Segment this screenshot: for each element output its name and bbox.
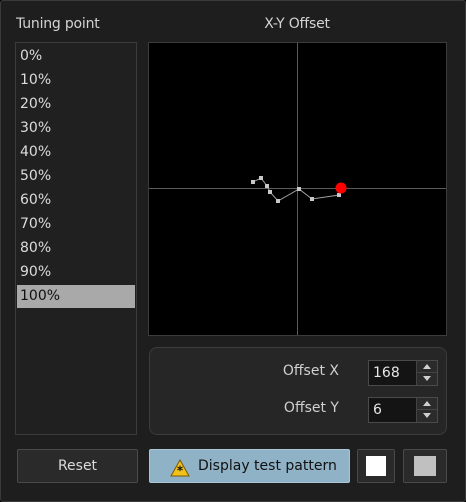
display-test-pattern-label: Display test pattern: [198, 458, 337, 474]
offset-x-input[interactable]: 168: [369, 361, 417, 385]
reset-button[interactable]: Reset: [17, 449, 138, 483]
xy-plot-canvas[interactable]: [149, 43, 446, 335]
offset-y-increment-icon[interactable]: [417, 398, 437, 410]
offset-panel: Offset X 168 Offset Y 6: [149, 347, 447, 435]
offset-x-stepper[interactable]: 168: [368, 360, 438, 386]
tuning-point-list[interactable]: 0% 10% 20% 30% 40% 50% 60% 70% 80% 90% 1…: [15, 42, 137, 435]
current-point-marker[interactable]: [335, 182, 347, 194]
offset-y-spin-buttons[interactable]: [416, 398, 437, 422]
curve-point[interactable]: [268, 190, 272, 194]
curve-point[interactable]: [251, 180, 255, 184]
gray-swatch: [414, 456, 436, 476]
curve-point[interactable]: [297, 187, 301, 191]
tuning-curve-points[interactable]: [251, 176, 341, 203]
warning-asterisk-icon: *: [170, 457, 190, 489]
tuning-point-item-80[interactable]: 80%: [17, 237, 135, 260]
offset-x-increment-icon[interactable]: [417, 361, 437, 373]
offset-x-decrement-icon[interactable]: [417, 373, 437, 385]
offset-y-decrement-icon[interactable]: [417, 410, 437, 422]
curve-point[interactable]: [276, 199, 280, 203]
white-pattern-button[interactable]: [357, 449, 395, 483]
curve-point[interactable]: [259, 176, 263, 180]
offset-x-spin-buttons[interactable]: [416, 361, 437, 385]
tuning-point-item-60[interactable]: 60%: [17, 189, 135, 212]
tuning-point-item-100[interactable]: 100%: [17, 285, 135, 308]
tuning-point-item-50[interactable]: 50%: [17, 165, 135, 188]
xy-offset-header: X-Y Offset: [264, 16, 330, 32]
curve-point[interactable]: [310, 197, 314, 201]
tuning-point-item-30[interactable]: 30%: [17, 117, 135, 140]
curve-point[interactable]: [265, 184, 269, 188]
display-test-pattern-button[interactable]: * Display test pattern: [149, 449, 350, 483]
white-swatch: [366, 456, 386, 476]
tuning-point-item-90[interactable]: 90%: [17, 261, 135, 284]
offset-x-label: Offset X: [282, 363, 339, 379]
tuning-point-item-20[interactable]: 20%: [17, 93, 135, 116]
tuning-window: Tuning point X-Y Offset 0% 10% 20% 30% 4…: [0, 0, 466, 502]
tuning-point-item-70[interactable]: 70%: [17, 213, 135, 236]
tuning-point-item-0[interactable]: 0%: [17, 45, 135, 68]
tuning-point-item-10[interactable]: 10%: [17, 69, 135, 92]
curve-point[interactable]: [337, 193, 341, 197]
tuning-point-item-40[interactable]: 40%: [17, 141, 135, 164]
offset-y-stepper[interactable]: 6: [368, 397, 438, 423]
xy-offset-plot[interactable]: [148, 42, 447, 336]
tuning-point-header: Tuning point: [16, 16, 100, 32]
offset-y-input[interactable]: 6: [369, 398, 417, 422]
offset-y-label: Offset Y: [283, 400, 339, 416]
svg-text:*: *: [177, 464, 184, 478]
gray-pattern-button[interactable]: [403, 449, 447, 483]
